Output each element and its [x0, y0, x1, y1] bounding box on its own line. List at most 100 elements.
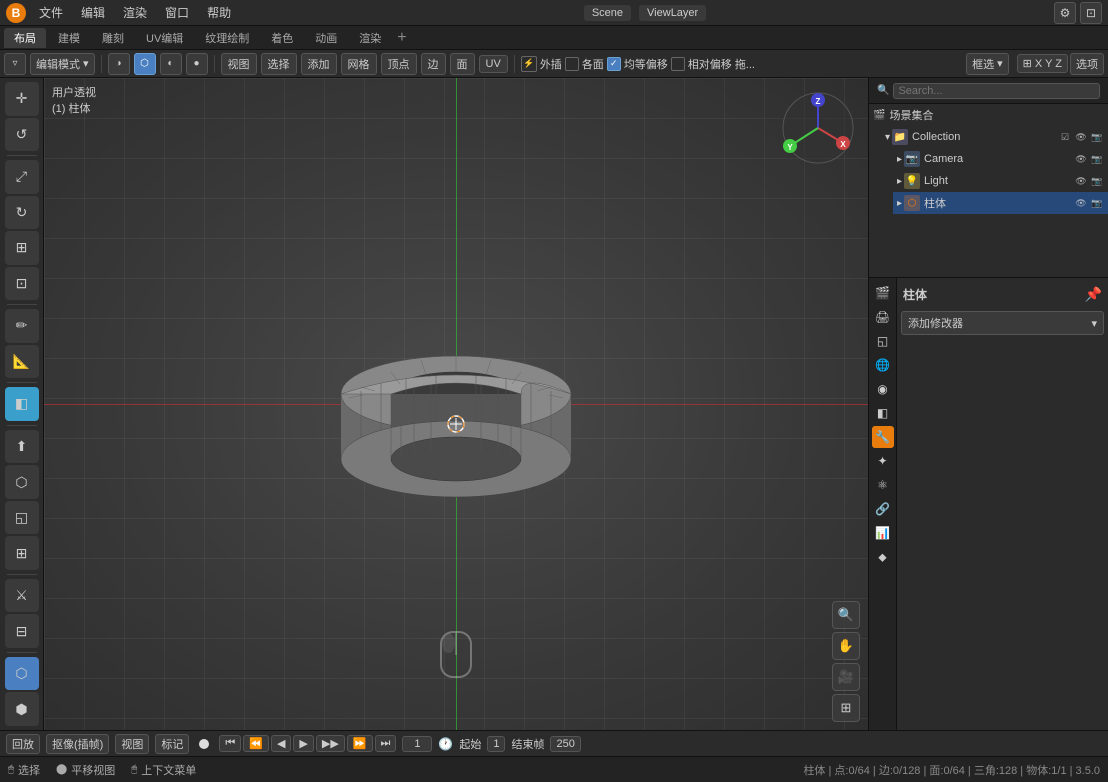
camera-btn[interactable]: 🎥	[832, 663, 860, 691]
tool-knife[interactable]: ⚔	[5, 579, 39, 613]
vis-checkbox[interactable]: ☑	[1058, 130, 1072, 144]
menu-file[interactable]: 文件	[34, 2, 68, 23]
cyl-vis2[interactable]: 📷	[1090, 196, 1104, 210]
face-menu[interactable]: 面	[450, 53, 475, 75]
outliner-cylinder[interactable]: ▸ ⬡ 柱体 👁 📷	[893, 192, 1108, 214]
light-vis1[interactable]: 👁	[1074, 174, 1088, 188]
prev-keyframe-btn[interactable]: ⏪	[243, 735, 269, 752]
outliner-light[interactable]: ▸ 💡 Light 👁 📷	[893, 170, 1108, 192]
next-keyframe-btn[interactable]: ⏩	[347, 735, 373, 752]
scene-name[interactable]: Scene	[584, 5, 631, 21]
current-frame-input[interactable]: 1	[402, 736, 432, 752]
outliner-collection[interactable]: ▾ 📁 Collection ☑ 👁 📷	[881, 126, 1108, 148]
outliner-search[interactable]	[893, 83, 1100, 99]
tool-move[interactable]: ⤢	[5, 160, 39, 194]
timeline-capture-menu[interactable]: 抠像(插帧)	[46, 734, 109, 754]
mode-icon-btn[interactable]: ▿	[4, 53, 26, 75]
fullscreen-btn[interactable]: ⊡	[1080, 2, 1102, 24]
viewport-shading-render[interactable]: ●	[186, 53, 208, 75]
vis-render[interactable]: 📷	[1090, 130, 1104, 144]
prop-particles-tab[interactable]: ✦	[872, 450, 894, 472]
menu-render[interactable]: 渲染	[118, 2, 152, 23]
vis-eye[interactable]: 👁	[1074, 130, 1088, 144]
tool-bisect[interactable]: ⊟	[5, 614, 39, 648]
tool-bevel[interactable]: ◱	[5, 501, 39, 535]
timeline-playback-menu[interactable]: 回放	[6, 734, 40, 754]
prop-object-tab[interactable]: ◧	[872, 402, 894, 424]
vertex-menu[interactable]: 顶点	[381, 53, 417, 75]
menu-help[interactable]: 帮助	[202, 2, 236, 23]
prop-scene-tab[interactable]: 🌐	[872, 354, 894, 376]
mesh-menu[interactable]: 网格	[341, 53, 377, 75]
viewport-shading-material[interactable]: ◐	[160, 53, 182, 75]
tool-poly[interactable]: ⬢	[5, 692, 39, 726]
outliner-scene-collection[interactable]: 🎬 场景集合	[869, 104, 1108, 126]
tab-layout[interactable]: 布局	[4, 28, 46, 48]
select-menu[interactable]: 选择	[261, 53, 297, 75]
tab-animation[interactable]: 动画	[305, 28, 347, 48]
prev-frame-btn[interactable]: ◀	[271, 735, 291, 752]
snapping-toggle[interactable]: ⚡	[521, 56, 537, 72]
outliner-camera[interactable]: ▸ 📷 Camera 👁 📷	[893, 148, 1108, 170]
cam-vis2[interactable]: 📷	[1090, 152, 1104, 166]
end-frame-input[interactable]: 250	[550, 736, 580, 752]
checkbox-relative[interactable]	[671, 57, 685, 71]
viewport-shading-solid[interactable]: ◑	[108, 53, 130, 75]
skip-first-btn[interactable]: ⏮	[219, 735, 241, 752]
uv-menu[interactable]: UV	[479, 55, 508, 73]
light-vis2[interactable]: 📷	[1090, 174, 1104, 188]
prop-constraints-tab[interactable]: 🔗	[872, 498, 894, 520]
prop-modifier-tab[interactable]: 🔧	[872, 426, 894, 448]
tool-scale[interactable]: ⊞	[5, 231, 39, 265]
prop-data-tab[interactable]: 📊	[872, 522, 894, 544]
checkbox-even[interactable]: ✓	[607, 57, 621, 71]
tab-shading[interactable]: 着色	[261, 28, 303, 48]
tool-inset[interactable]: ⬡	[5, 465, 39, 499]
tab-modeling[interactable]: 建模	[48, 28, 90, 48]
prop-pin-icon[interactable]: 📌	[1085, 286, 1102, 303]
edit-mode-dropdown[interactable]: 编辑模式 ▾	[30, 53, 95, 75]
tool-loop-cut[interactable]: ⊞	[5, 536, 39, 570]
view-menu[interactable]: 视图	[221, 53, 257, 75]
tool-active[interactable]: ⬡	[5, 657, 39, 691]
skip-last-btn[interactable]: ⏭	[375, 735, 397, 752]
engine-btn[interactable]: ⚙	[1054, 2, 1076, 24]
view-layer-name[interactable]: ViewLayer	[639, 5, 706, 21]
cam-vis1[interactable]: 👁	[1074, 152, 1088, 166]
tool-transform[interactable]: ⊡	[5, 267, 39, 301]
xyz-toggle[interactable]: ⊞ X Y Z	[1017, 54, 1068, 73]
add-workspace-btn[interactable]: +	[397, 29, 406, 47]
navigation-gizmo[interactable]: Z X Y	[778, 88, 858, 168]
prop-world-tab[interactable]: ◉	[872, 378, 894, 400]
grid-toggle-btn[interactable]: ⊞	[832, 694, 860, 722]
timeline-marker-menu[interactable]: 标记	[155, 734, 189, 754]
tool-rotate-view[interactable]: ↺	[5, 118, 39, 152]
cyl-vis1[interactable]: 👁	[1074, 196, 1088, 210]
zoom-in-btn[interactable]: 🔍	[832, 601, 860, 629]
next-frame-btn[interactable]: ▶▶	[316, 735, 345, 752]
play-btn[interactable]: ▶	[293, 735, 313, 752]
checkbox-kakumian[interactable]	[565, 57, 579, 71]
tool-measure[interactable]: 📐	[5, 345, 39, 379]
tab-uv[interactable]: UV编辑	[136, 28, 193, 48]
prop-view-layer-tab[interactable]: ◱	[872, 330, 894, 352]
add-menu[interactable]: 添加	[301, 53, 337, 75]
tool-extrude[interactable]: ⬆	[5, 430, 39, 464]
prop-physics-tab[interactable]: ⚛	[872, 474, 894, 496]
prop-render-tab[interactable]: 🎬	[872, 282, 894, 304]
options-btn[interactable]: 选项	[1070, 53, 1104, 75]
prop-output-tab[interactable]: 🖨	[872, 306, 894, 328]
viewport-canvas[interactable]: Z X Y 用户透视 (1) 柱体 🔍 ✋	[44, 78, 868, 730]
proportional-edit-dropdown[interactable]: 框选 ▾	[966, 53, 1009, 75]
menu-edit[interactable]: 编辑	[76, 2, 110, 23]
timeline-view-menu[interactable]: 视图	[115, 734, 149, 754]
tab-sculpt[interactable]: 雕刻	[92, 28, 134, 48]
start-frame-input[interactable]: 1	[487, 736, 505, 752]
menu-window[interactable]: 窗口	[160, 2, 194, 23]
tool-annotate[interactable]: ✏	[5, 309, 39, 343]
add-modifier-btn[interactable]: 添加修改器 ▾	[901, 311, 1104, 335]
edge-menu[interactable]: 边	[421, 53, 446, 75]
pan-btn[interactable]: ✋	[832, 632, 860, 660]
viewport-shading-wire[interactable]: ⬡	[134, 53, 156, 75]
tool-add-cube[interactable]: ◧	[5, 387, 39, 421]
